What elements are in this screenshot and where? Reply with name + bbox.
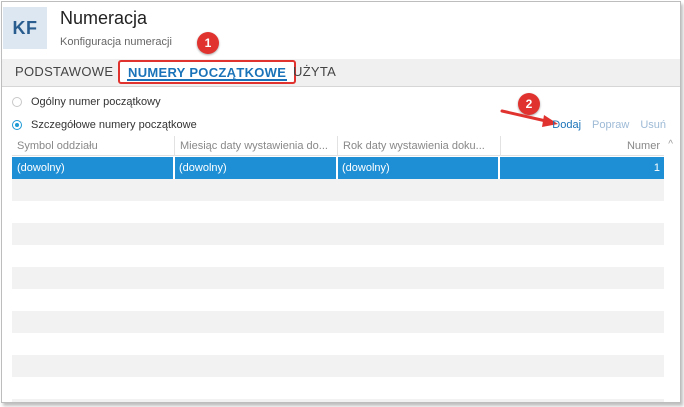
empty-row (12, 201, 664, 223)
active-tab-indicator (127, 79, 288, 81)
radio-button-checked[interactable] (12, 120, 22, 130)
empty-row (12, 399, 664, 402)
delete-button[interactable]: Usuń (640, 119, 666, 131)
page-subtitle: Konfiguracja numeracji (60, 36, 172, 48)
empty-row (12, 223, 664, 245)
cell-issue-month: (dowolny) (179, 162, 227, 174)
empty-row (12, 355, 664, 377)
table-actions: Dodaj Popraw Usuń (552, 119, 666, 131)
tab-podstawowe[interactable]: PODSTAWOWE (15, 64, 113, 79)
start-numbers-table: Symbol oddziału Miesiąc daty wystawienia… (12, 136, 664, 402)
cell-separator (336, 157, 338, 179)
table-body: (dowolny) (dowolny) (dowolny) 1 (12, 157, 664, 402)
tab-numery-poczatkowe-label: NUMERY POCZĄTKOWE (128, 65, 287, 80)
radio-detailed-start-numbers[interactable]: Szczegółowe numery początkowe (12, 119, 197, 131)
column-header-number[interactable]: Numer (500, 136, 664, 156)
add-button[interactable]: Dodaj (552, 119, 581, 131)
empty-row (12, 267, 664, 289)
empty-row (12, 311, 664, 333)
radio-label: Szczegółowe numery początkowe (31, 119, 197, 131)
empty-row (12, 289, 664, 311)
tab-bar: PODSTAWOWE NUMERY POCZĄTKOWE UŻYTA (2, 59, 680, 87)
cell-separator (173, 157, 175, 179)
scroll-up-chevron-icon[interactable]: ^ (668, 139, 673, 150)
table-header: Symbol oddziału Miesiąc daty wystawienia… (12, 136, 664, 156)
annotation-badge-1: 1 (197, 32, 219, 54)
tab-numery-poczatkowe[interactable]: NUMERY POCZĄTKOWE (118, 60, 297, 84)
app-logo: KF (3, 7, 47, 49)
empty-row (12, 333, 664, 355)
radio-label: Ogólny numer początkowy (31, 96, 161, 108)
empty-row (12, 179, 664, 201)
window: KF Numeracja Konfiguracja numeracji PODS… (1, 1, 681, 403)
cell-issue-year: (dowolny) (342, 162, 390, 174)
edit-button[interactable]: Popraw (592, 119, 629, 131)
page-title: Numeracja (60, 8, 148, 28)
table-row[interactable]: (dowolny) (dowolny) (dowolny) 1 (12, 157, 664, 179)
column-header-issue-year[interactable]: Rok daty wystawienia doku... (337, 136, 500, 156)
cell-number: 1 (500, 157, 664, 179)
column-header-issue-month[interactable]: Miesiąc daty wystawienia do... (174, 136, 337, 156)
tab-uzyta[interactable]: UŻYTA (293, 64, 336, 79)
column-header-branch-symbol[interactable]: Symbol oddziału (12, 136, 174, 156)
cell-branch-symbol: (dowolny) (17, 162, 65, 174)
cell-separator (498, 157, 500, 179)
radio-general-start-number[interactable]: Ogólny numer początkowy (12, 96, 161, 108)
radio-button[interactable] (12, 97, 22, 107)
header: KF Numeracja Konfiguracja numeracji (2, 2, 680, 58)
empty-row (12, 377, 664, 399)
empty-row (12, 245, 664, 267)
